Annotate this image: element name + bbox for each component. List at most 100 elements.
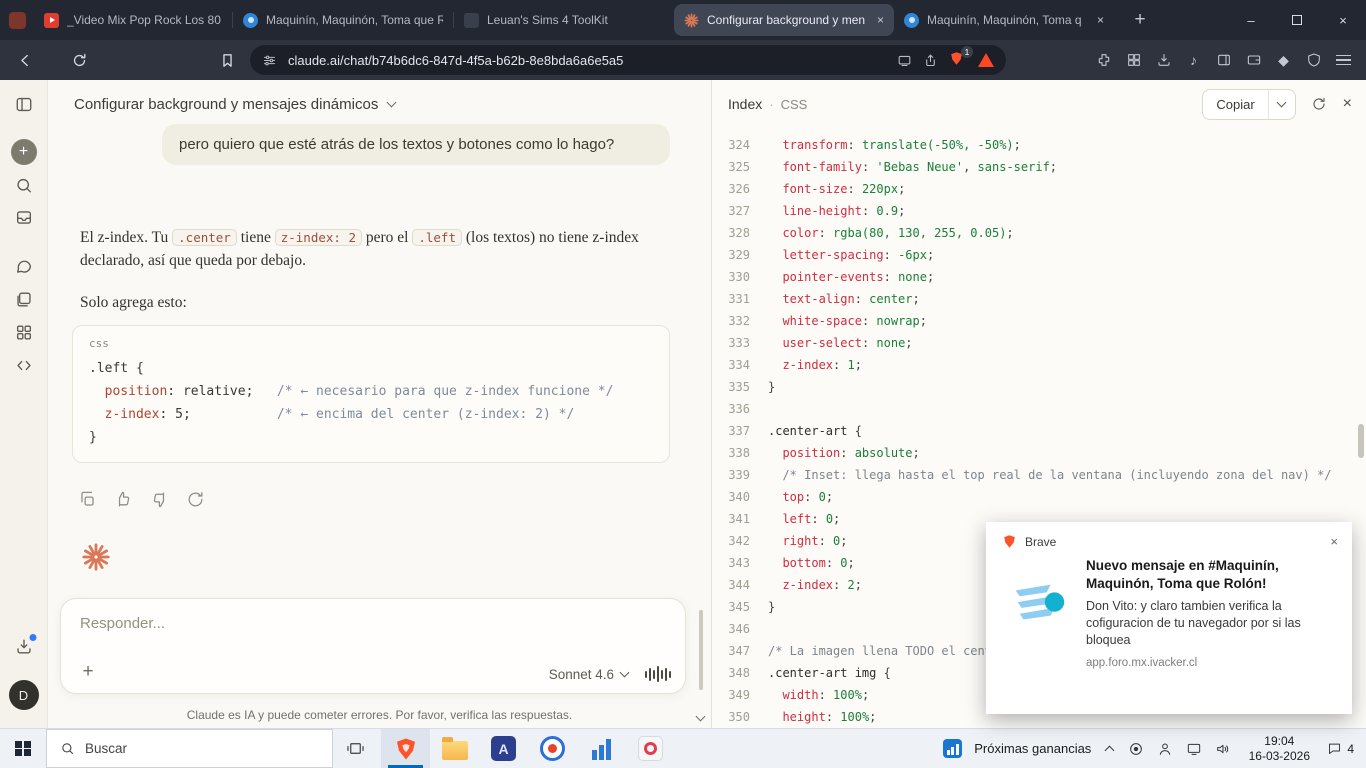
menu-icon[interactable]: [1335, 52, 1352, 69]
taskbar-file-explorer-icon[interactable]: [430, 729, 479, 768]
notification-close-icon[interactable]: ×: [1330, 534, 1338, 549]
tab-close-icon[interactable]: ×: [877, 13, 884, 27]
bar-chart-icon: [592, 738, 611, 760]
share-icon[interactable]: [923, 53, 938, 68]
chat-scrollbar[interactable]: [699, 610, 703, 690]
attach-button[interactable]: +: [75, 659, 101, 685]
code-text: transform: translate(-50%, -50%);: [768, 134, 1021, 156]
code-line: }: [73, 426, 669, 449]
copy-options-button[interactable]: [1268, 90, 1295, 119]
browser-tab[interactable]: Maquinín, Maquinón, Toma q×: [894, 4, 1114, 36]
hamburger-icon: [1336, 55, 1351, 66]
copy-code-button[interactable]: Copiar: [1202, 89, 1295, 120]
code-line: 325 font-family: 'Bebas Neue', sans-seri…: [712, 156, 1366, 178]
start-button[interactable]: [0, 729, 46, 768]
code-text: /* Inset: llega hasta el top real de la …: [768, 464, 1332, 486]
line-number: 329: [716, 244, 750, 266]
folder-icon: [442, 741, 468, 760]
earnings-widget-label[interactable]: Próximas ganancias: [974, 741, 1091, 756]
taskbar-browser-app-icon[interactable]: [528, 729, 577, 768]
circle-app-icon: [540, 736, 565, 761]
taskbar-stats-app-icon[interactable]: [577, 729, 626, 768]
search-placeholder: Buscar: [85, 741, 127, 756]
tray-display-icon[interactable]: [1185, 740, 1202, 757]
action-center-button[interactable]: 4: [1327, 741, 1358, 756]
brave-shields-icon[interactable]: 1: [949, 51, 967, 69]
bookmarks-button[interactable]: [212, 45, 242, 75]
updates-tray-button[interactable]: [14, 637, 33, 656]
code-line: 330 pointer-events: none;: [712, 266, 1366, 288]
reload-button[interactable]: [64, 45, 94, 75]
new-chat-button[interactable]: +: [11, 139, 37, 165]
code-line: 333 user-select: none;: [712, 332, 1366, 354]
browser-tab[interactable]: Maquinín, Maquinón, Toma que R: [233, 4, 453, 36]
maximize-icon: [1292, 15, 1302, 25]
artifact-scrollbar[interactable]: [1358, 424, 1364, 458]
model-selector[interactable]: Sonnet 4.6: [549, 667, 628, 682]
thumbs-down-button[interactable]: [150, 490, 169, 509]
vpn-shield-icon[interactable]: [1305, 52, 1322, 69]
tab-close-icon[interactable]: ×: [1097, 13, 1104, 27]
leo-ai-icon[interactable]: ◆: [1275, 52, 1292, 69]
browser-tab[interactable]: _Video Mix Pop Rock Los 80 -: [34, 4, 232, 36]
notification-message: Don Vito: y claro tambien verifica la co…: [1086, 598, 1336, 649]
site-settings-icon[interactable]: [262, 53, 277, 68]
taskbar-recorder-app-icon[interactable]: [626, 729, 675, 768]
copy-button[interactable]: [78, 490, 97, 509]
voice-input-icon[interactable]: [645, 665, 671, 683]
code-button[interactable]: [14, 356, 33, 375]
minimize-button[interactable]: –: [1228, 0, 1274, 40]
claude-favicon: [684, 13, 699, 28]
tray-volume-icon[interactable]: [1214, 740, 1231, 757]
chevron-down-icon: [620, 668, 630, 678]
task-view-button[interactable]: [333, 729, 377, 768]
chat-header[interactable]: Configurar background y mensajes dinámic…: [48, 80, 711, 128]
tray-user-icon[interactable]: [1156, 740, 1173, 757]
extensions-puzzle-icon[interactable]: [1095, 52, 1112, 69]
brave-icon: [1002, 534, 1017, 549]
brave-rewards-icon[interactable]: [978, 53, 994, 67]
code-line: position: relative; /* ← necesario para …: [73, 380, 669, 403]
cast-icon[interactable]: [897, 53, 912, 68]
projects-button[interactable]: [14, 290, 33, 309]
code-line: z-index: 5; /* ← encima del center (z-in…: [73, 403, 669, 426]
browser-tab[interactable]: Leuan's Sims 4 ToolKit: [454, 4, 674, 36]
message-composer[interactable]: Responder... + Sonnet 4.6: [60, 598, 686, 694]
taskbar-a-app-icon[interactable]: A: [479, 729, 528, 768]
taskbar-clock[interactable]: 19:04 16-03-2026: [1243, 734, 1315, 764]
search-button[interactable]: [14, 176, 33, 195]
media-hub-icon[interactable]: ♪: [1185, 52, 1202, 69]
tab-title: _Video Mix Pop Rock Los 80 -: [67, 13, 222, 27]
sidebar-toggle-button[interactable]: [14, 95, 33, 114]
chats-button[interactable]: [14, 257, 33, 276]
user-avatar[interactable]: D: [9, 680, 39, 710]
browser-toolbar: claude.ai/chat/b74b6dc6-847d-4f5a-b62b-8…: [0, 40, 1366, 80]
taskbar-search[interactable]: Buscar: [46, 729, 333, 768]
taskbar-brave-icon[interactable]: [381, 729, 430, 768]
downloads-icon[interactable]: [1155, 52, 1172, 69]
retry-button[interactable]: [186, 490, 205, 509]
thumbs-up-button[interactable]: [114, 490, 133, 509]
notification-toast[interactable]: Brave × Nuevo mensaje en #Maquinín, Maqu…: [986, 522, 1352, 714]
close-window-button[interactable]: ×: [1320, 0, 1366, 40]
close-artifact-button[interactable]: ×: [1343, 95, 1352, 113]
code-text: .center-art {: [768, 420, 862, 442]
new-tab-button[interactable]: +: [1126, 6, 1154, 34]
brave-icon: [394, 736, 418, 762]
artifact-actions: Copiar ×: [1202, 89, 1352, 120]
sidebar-toggle-icon[interactable]: [1215, 52, 1232, 69]
tray-status-icon[interactable]: [1127, 740, 1144, 757]
back-button[interactable]: [10, 45, 40, 75]
tiles-icon[interactable]: [1125, 52, 1142, 69]
maximize-button[interactable]: [1274, 0, 1320, 40]
wallet-icon[interactable]: [1245, 52, 1262, 69]
inbox-button[interactable]: [14, 208, 33, 227]
apps-grid-button[interactable]: [14, 323, 33, 342]
refresh-artifact-button[interactable]: [1311, 96, 1328, 113]
browser-logo-icon[interactable]: [9, 12, 26, 29]
browser-tab[interactable]: Configurar background y men×: [674, 4, 894, 36]
show-hidden-icons-button[interactable]: [1103, 743, 1115, 754]
earnings-widget-icon[interactable]: [943, 739, 962, 758]
address-bar[interactable]: claude.ai/chat/b74b6dc6-847d-4f5a-b62b-8…: [250, 45, 1006, 75]
code-block: css .left { position: relative; /* ← nec…: [72, 325, 670, 463]
